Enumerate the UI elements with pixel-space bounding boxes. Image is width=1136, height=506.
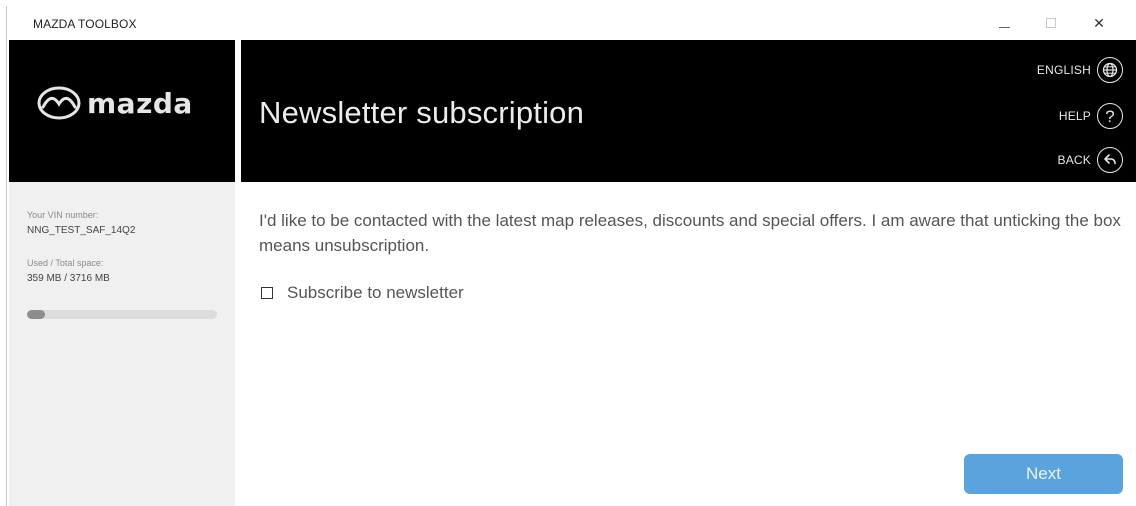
space-progress-fill: [27, 310, 46, 319]
back-label: BACK: [1057, 153, 1091, 167]
main-content: I'd like to be contacted with the latest…: [241, 182, 1136, 506]
vin-value: NNG_TEST_SAF_14Q2: [27, 225, 136, 236]
help-button[interactable]: HELP ?: [1059, 103, 1123, 129]
globe-icon: [1097, 57, 1123, 83]
language-label: ENGLISH: [1036, 63, 1091, 77]
minimize-icon: [998, 26, 1010, 28]
mazda-logo: mazda: [37, 86, 193, 120]
subscribe-checkbox-row[interactable]: Subscribe to newsletter: [261, 283, 464, 303]
back-icon: [1097, 147, 1123, 173]
window-title: MAZDA TOOLBOX: [33, 17, 137, 31]
page-header: Newsletter subscription ENGLISH HELP ? B…: [241, 40, 1136, 182]
brand-panel: mazda: [9, 40, 235, 182]
mazda-emblem-icon: [37, 86, 81, 120]
space-value: 359 MB / 3716 MB: [27, 273, 110, 284]
subscribe-checkbox-label[interactable]: Subscribe to newsletter: [287, 283, 464, 303]
sidebar: Your VIN number: NNG_TEST_SAF_14Q2 Used …: [9, 182, 235, 506]
back-button[interactable]: BACK: [1058, 147, 1123, 173]
space-progress-bar: [27, 310, 217, 319]
mazda-wordmark: mazda: [87, 86, 193, 120]
language-button[interactable]: ENGLISH: [1037, 57, 1123, 83]
maximize-button[interactable]: [1031, 10, 1071, 36]
subscribe-checkbox[interactable]: [261, 287, 273, 299]
space-label: Used / Total space:: [27, 258, 104, 268]
newsletter-description: I'd like to be contacted with the latest…: [259, 211, 1121, 255]
minimize-button[interactable]: [984, 10, 1024, 36]
vin-label: Your VIN number:: [27, 210, 99, 220]
help-icon: ?: [1097, 103, 1123, 129]
next-button[interactable]: Next: [964, 454, 1123, 494]
title-bar[interactable]: MAZDA TOOLBOX ✕: [7, 6, 1136, 40]
help-glyph: ?: [1105, 106, 1115, 126]
app-window: MAZDA TOOLBOX ✕ mazda Your VIN number: N…: [6, 6, 1136, 506]
help-label: HELP: [1058, 109, 1091, 123]
page-title: Newsletter subscription: [259, 95, 585, 130]
close-button[interactable]: ✕: [1079, 10, 1119, 36]
close-icon: ✕: [1093, 14, 1105, 31]
maximize-icon: [1046, 18, 1056, 28]
